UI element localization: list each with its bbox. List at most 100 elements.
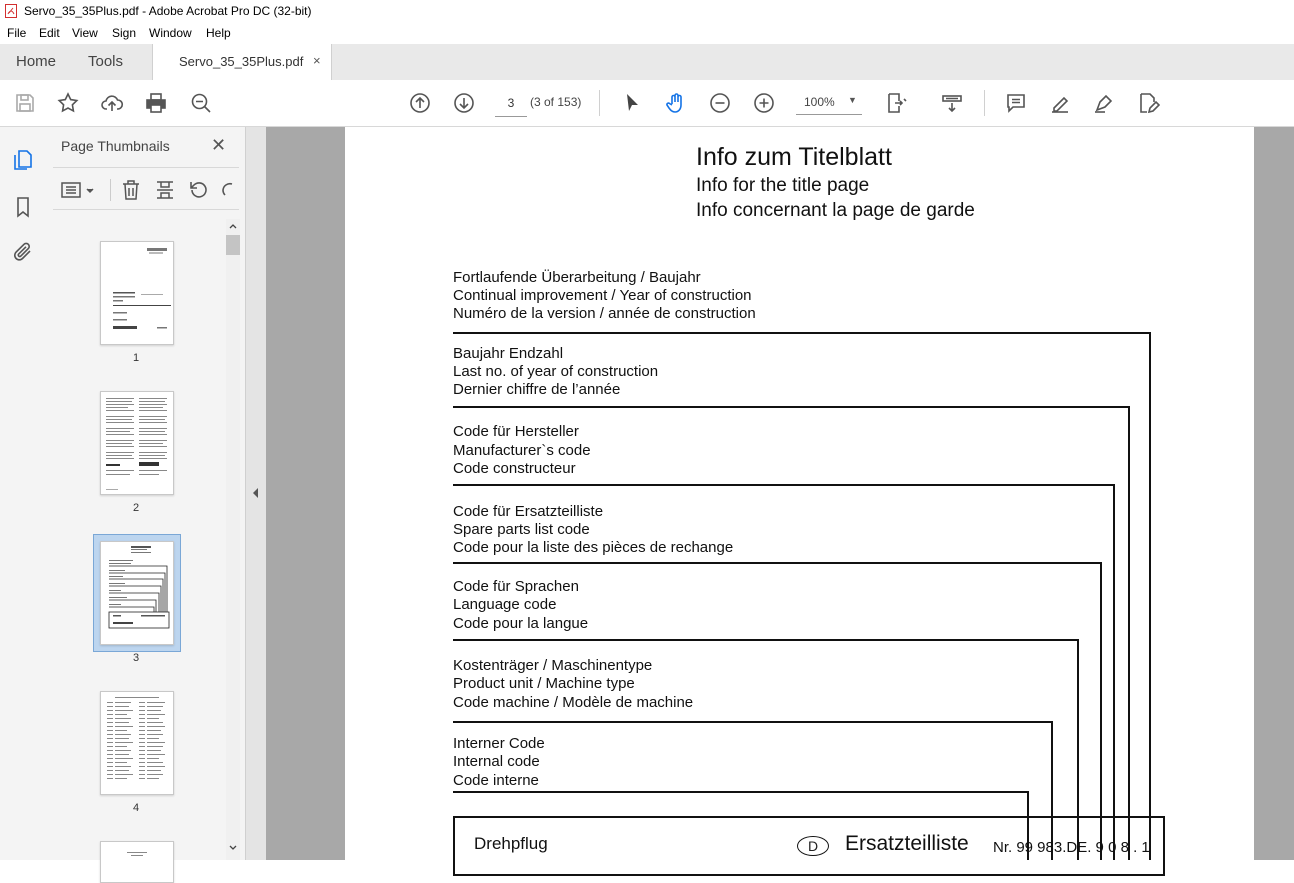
menu-view[interactable]: View: [72, 26, 98, 40]
acrobat-logo-icon: [5, 4, 17, 18]
star-icon[interactable]: [56, 91, 80, 115]
print-icon[interactable]: [144, 91, 168, 115]
leader-line: [453, 721, 1053, 723]
menu-edit[interactable]: Edit: [39, 26, 60, 40]
leader-line: [1128, 406, 1130, 860]
section-line: Code pour la liste des pièces de rechang…: [453, 539, 734, 556]
section-line: Code pour la langue: [453, 615, 589, 632]
thumbnail-preview: [106, 398, 167, 490]
scroll-down-icon[interactable]: [228, 843, 238, 853]
scroll-up-icon[interactable]: [228, 221, 238, 231]
section-line: Spare parts list code: [453, 521, 590, 538]
close-panel-icon[interactable]: ✕: [211, 135, 226, 156]
zoom-value: 100%: [804, 95, 835, 109]
section-line: Continual improvement / Year of construc…: [453, 287, 752, 304]
navigation-rail: [0, 127, 46, 860]
leader-line: [453, 639, 1079, 641]
language-badge: D: [797, 836, 829, 856]
upload-cloud-icon[interactable]: [100, 91, 124, 115]
section-line: Numéro de la version / année de construc…: [453, 305, 756, 322]
leader-line: [453, 562, 1102, 564]
thumbnail-page-4[interactable]: [100, 691, 174, 795]
thumbnail-page-1[interactable]: [100, 241, 174, 345]
window-title: Servo_35_35Plus.pdf - Adobe Acrobat Pro …: [24, 4, 312, 18]
zoom-in-icon[interactable]: [752, 91, 776, 115]
section-line: Code machine / Modèle de machine: [453, 694, 694, 711]
pdf-page: Info zum Titelblatt Info for the title p…: [345, 127, 1254, 876]
collapse-panel-icon[interactable]: [252, 487, 260, 499]
menu-help[interactable]: Help: [206, 26, 231, 40]
close-tab-icon[interactable]: ×: [313, 53, 321, 68]
section-line: Product unit / Machine type: [453, 675, 635, 692]
section-line: Code für Ersatzteilliste: [453, 503, 604, 520]
thumbnail-number: 3: [132, 652, 140, 664]
panel-divider: [53, 209, 239, 210]
fit-page-icon[interactable]: [884, 91, 908, 115]
previous-page-icon[interactable]: [408, 91, 432, 115]
toolbar-divider: [599, 90, 600, 116]
zoom-out-icon[interactable]: [708, 91, 732, 115]
thumbnail-page-2[interactable]: [100, 391, 174, 495]
panel-splitter[interactable]: [245, 127, 267, 860]
product-name: Drehpflug: [474, 834, 548, 853]
hand-tool-icon[interactable]: [664, 91, 688, 115]
page-title-fr: Info concernant la page de garde: [696, 200, 975, 221]
leader-line: [1149, 332, 1151, 860]
leader-line: [1113, 484, 1115, 860]
zoom-search-icon[interactable]: [189, 91, 213, 115]
thumbnail-number: 2: [132, 502, 140, 514]
tab-bar: Home Tools Servo_35_35Plus.pdf ×: [0, 44, 1294, 81]
menu-file[interactable]: File: [7, 26, 26, 40]
section-line: Dernier chiffre de l’année: [453, 381, 621, 398]
section-line: Baujahr Endzahl: [453, 345, 564, 362]
section-line: Internal code: [453, 753, 540, 770]
menu-sign[interactable]: Sign: [112, 26, 136, 40]
panel-divider: [53, 167, 239, 168]
thumbnail-number: 1: [132, 352, 140, 364]
highlight-icon[interactable]: [1048, 91, 1072, 115]
tab-tools[interactable]: Tools: [88, 44, 123, 80]
thumbnails-scrollbar[interactable]: [226, 219, 240, 860]
thumbnail-options-icon[interactable]: [60, 178, 96, 202]
spare-parts-number: Nr. 99 983.DE. 9 0 8 . 1: [993, 839, 1150, 856]
rotate-clockwise-icon[interactable]: [218, 178, 234, 202]
rotate-counterclockwise-icon[interactable]: [186, 178, 210, 202]
select-cursor-icon[interactable]: [620, 91, 644, 115]
leader-line: [453, 332, 1151, 334]
attachment-icon[interactable]: [11, 240, 35, 264]
section-line: Code für Hersteller: [453, 423, 579, 440]
toolbar-divider: [110, 179, 111, 201]
section-line: Code constructeur: [453, 460, 576, 477]
page-title-en: Info for the title page: [696, 175, 870, 196]
scrollbar-thumb[interactable]: [226, 235, 240, 255]
chevron-down-icon: ▼: [848, 95, 857, 105]
tab-document-label: Servo_35_35Plus.pdf: [179, 54, 304, 69]
thumbnail-page-5[interactable]: [100, 841, 174, 883]
save-icon[interactable]: [13, 91, 37, 115]
edit-pdf-icon[interactable]: [1136, 91, 1161, 115]
page-number-input[interactable]: [495, 90, 527, 117]
extract-page-icon[interactable]: [153, 178, 177, 202]
section-line: Last no. of year of construction: [453, 363, 659, 380]
thumbnail-page-3[interactable]: [100, 541, 174, 645]
thumbnail-preview: [113, 248, 171, 329]
leader-line: [453, 406, 1130, 408]
section-line: Kostenträger / Maschinentype: [453, 657, 653, 674]
tab-home[interactable]: Home: [16, 44, 56, 80]
section-line: Interner Code: [453, 735, 545, 752]
sign-pen-icon[interactable]: [1092, 91, 1116, 115]
scroll-mode-icon[interactable]: [940, 91, 964, 115]
page-thumbnails-icon[interactable]: [11, 148, 35, 172]
section-line: Code interne: [453, 772, 539, 789]
zoom-select[interactable]: 100% ▼: [796, 90, 862, 115]
tab-document[interactable]: Servo_35_35Plus.pdf ×: [152, 44, 332, 81]
bookmark-icon[interactable]: [11, 195, 35, 219]
thumbnail-preview: [127, 852, 147, 856]
toolbar: (3 of 153) 100% ▼: [0, 80, 1294, 127]
menu-window[interactable]: Window: [149, 26, 192, 40]
next-page-icon[interactable]: [452, 91, 476, 115]
leader-line: [453, 791, 1029, 793]
comment-icon[interactable]: [1004, 91, 1028, 115]
page-title-de: Info zum Titelblatt: [696, 143, 892, 171]
delete-page-icon[interactable]: [119, 178, 143, 202]
